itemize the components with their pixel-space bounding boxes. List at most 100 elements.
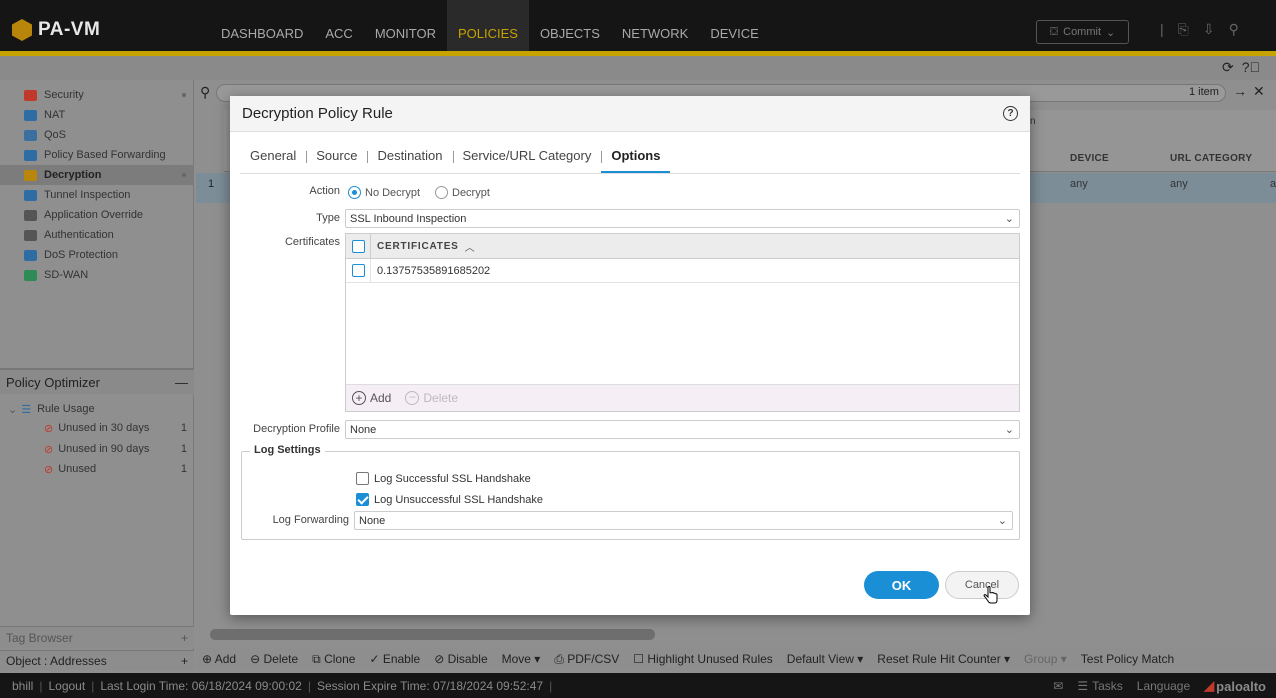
log-unsuccessful-checkbox[interactable] [356,493,369,506]
toolbar-reset-rule-hit-counter[interactable]: Reset Rule Hit Counter ▾ [877,652,1010,666]
toolbar-delete[interactable]: ⊖ Delete [250,652,298,666]
radio-circle[interactable] [435,186,448,199]
delete-certificate-button[interactable]: − Delete [405,391,458,405]
toolbar-pdf-csv[interactable]: ⎙ PDF/CSV [554,652,619,667]
authentication-icon [24,229,37,241]
language-link[interactable]: Language [1137,679,1190,693]
sidebar-item-tunnel-inspection[interactable]: Tunnel Inspection [0,185,194,205]
optimizer-item-unused[interactable]: ⊘ Unused 1 [0,459,194,479]
optimizer-item-count: 1 [180,463,187,475]
log-forwarding-select[interactable]: None ⌄ [354,511,1013,530]
sidebar-item-policy-based-forwarding[interactable]: Policy Based Forwarding [0,145,194,165]
column-url-category[interactable]: URL CATEGORY [1170,153,1252,164]
chevron-down-icon: ⌄ [997,515,1007,527]
nav-objects[interactable]: OBJECTS [529,0,611,51]
type-select[interactable]: SSL Inbound Inspection ⌄ [345,209,1020,228]
certificates-label: Certificates [284,236,340,248]
sidebar-item-authentication[interactable]: Authentication [0,225,194,245]
close-icon[interactable]: ✕ [1253,83,1265,100]
tasks-label: Tasks [1092,679,1123,693]
chevron-down-icon[interactable]: ⌄ [8,403,17,416]
sidebar-item-dos-protection[interactable]: DoS Protection [0,245,194,265]
decryption-profile-select[interactable]: None ⌄ [345,420,1020,439]
toolbar-test-policy-match[interactable]: Test Policy Match [1081,652,1174,666]
sidebar-item-qos[interactable]: QoS [0,125,194,145]
toolbar-label: Delete [263,652,299,666]
help-icon[interactable]: ?⃝ [1242,59,1260,76]
optimizer-item-unused-90[interactable]: ⊘ Unused in 90 days 1 [0,439,194,459]
radio-circle-selected[interactable] [348,186,361,199]
partial-group-header: n [1030,116,1036,127]
config-lock-icon[interactable]: ⎘ [1178,21,1189,38]
tab-destination[interactable]: Destination [367,141,452,173]
save-config-icon[interactable]: ⇩ [1203,21,1215,38]
sort-ascending-icon[interactable]: ︿ [465,239,475,254]
logo: PA-VM [12,19,100,41]
session-expire: Session Expire Time: 07/18/2024 09:52:47 [316,678,544,693]
cell-device: any [1070,178,1088,190]
horizontal-scrollbar[interactable] [210,629,655,640]
logout-link[interactable]: Logout [48,679,85,693]
radio-no-decrypt[interactable]: No Decrypt [348,186,420,199]
enable-icon: ✓ [369,652,383,666]
log-settings-legend: Log Settings [250,444,325,456]
sidebar-item-label: Tunnel Inspection [44,189,131,201]
toolbar-enable[interactable]: ✓ Enable [369,652,420,666]
row-checkbox[interactable] [351,264,365,277]
help-icon[interactable]: ? [1003,106,1018,121]
radio-decrypt[interactable]: Decrypt [435,186,490,199]
optimizer-item-unused-30[interactable]: ⊘ Unused in 30 days 1 [0,418,194,438]
mail-icon[interactable]: ✉ [1053,679,1063,693]
sidebar-item-security[interactable]: Security [0,85,194,105]
sidebar-item-sd-wan[interactable]: SD-WAN [0,265,194,285]
toolbar-disable[interactable]: ⊘ Disable [434,652,487,666]
column-device[interactable]: DEVICE [1070,153,1109,164]
select-all-checkbox[interactable] [351,239,365,253]
commit-button[interactable]: ⛋ Commit ⌄ [1036,20,1129,44]
delete-label: Delete [423,391,459,405]
rule-usage-item[interactable]: ⌄ ☰ Rule Usage [0,399,194,419]
sidebar-item-label: NAT [44,109,66,121]
sidebar-item-decryption[interactable]: Decryption [0,165,194,185]
collapse-icon[interactable]: — [175,375,188,390]
nav-device[interactable]: DEVICE [699,0,769,51]
log-successful-checkbox[interactable] [356,472,369,485]
tab-source[interactable]: Source [306,141,367,173]
tab-options[interactable]: Options [601,141,671,173]
refresh-icon[interactable]: ⟳ [1222,59,1234,76]
pdf-csv-icon: ⎙ [554,651,568,666]
add-certificate-button[interactable]: + Add [352,391,391,405]
certificates-column-header[interactable]: CERTIFICATES [377,241,459,252]
nav-monitor[interactable]: MONITOR [364,0,447,51]
arrow-right-icon[interactable]: → [1233,83,1247,99]
nav-dashboard[interactable]: DASHBOARD [210,0,314,51]
tag-browser-header[interactable]: Tag Browser + [0,626,194,648]
tab-service-url-category[interactable]: Service/URL Category [452,141,602,173]
expand-icon[interactable]: + [181,631,188,645]
log-successful-option[interactable]: Log Successful SSL Handshake [356,472,531,485]
toolbar-group[interactable]: Group ▾ [1024,652,1067,666]
toolbar-label: Enable [382,652,421,666]
search-icon[interactable]: ⚲ [1229,21,1239,38]
cancel-button[interactable]: Cancel [945,571,1019,599]
tab-general[interactable]: General [240,141,306,173]
toolbar-label: PDF/CSV [567,651,620,666]
expand-icon[interactable]: + [181,654,188,668]
nav-network[interactable]: NETWORK [611,0,699,51]
toolbar-label: Reset Rule Hit Counter [877,652,1001,666]
certificate-row[interactable]: 0.13757535891685202 [346,258,1019,283]
sidebar-item-nat[interactable]: NAT [0,105,194,125]
toolbar-clone[interactable]: ⧉ Clone [312,652,355,667]
toolbar-add[interactable]: ⊕ Add [202,652,236,666]
nav-policies[interactable]: POLICIES [446,0,529,51]
search-icon[interactable]: ⚲ [200,84,210,101]
log-unsuccessful-option[interactable]: Log Unsuccessful SSL Handshake [356,493,543,506]
sidebar-item-application-override[interactable]: Application Override [0,205,194,225]
tasks-button[interactable]: ☰ Tasks [1077,679,1122,693]
toolbar-move[interactable]: Move ▾ [502,652,541,666]
toolbar-default-view[interactable]: Default View ▾ [787,652,864,666]
nav-acc[interactable]: ACC [314,0,363,51]
objects-addresses-header[interactable]: Object : Addresses + [0,650,194,670]
ok-button[interactable]: OK [864,571,939,599]
toolbar-highlight-unused-rules[interactable]: ☐ Highlight Unused Rules [633,652,773,666]
